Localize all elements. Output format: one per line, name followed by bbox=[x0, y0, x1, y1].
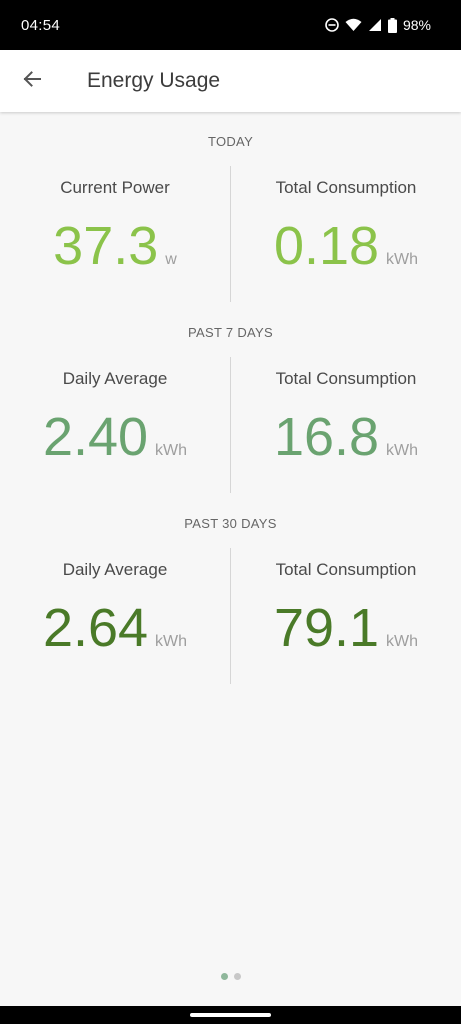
stat-value: 37.3 bbox=[53, 216, 159, 276]
stats-row-today: Current Power 37.3 w Total Consumption 0… bbox=[0, 166, 461, 302]
stat-title: Total Consumption bbox=[275, 369, 417, 388]
app-bar: Energy Usage bbox=[0, 50, 461, 112]
stat-value: 0.18 bbox=[273, 216, 380, 276]
arrow-back-icon bbox=[22, 69, 42, 94]
stat-unit: kWh bbox=[386, 633, 419, 650]
page-dot[interactable] bbox=[220, 973, 228, 980]
page-indicator[interactable] bbox=[0, 973, 461, 980]
dnd-icon bbox=[325, 18, 339, 32]
stat-unit: kWh bbox=[386, 442, 419, 459]
stat-unit: kWh bbox=[386, 251, 419, 268]
stat-unit: kWh bbox=[155, 442, 188, 459]
battery-icon bbox=[387, 17, 397, 33]
wifi-icon bbox=[345, 18, 362, 32]
stat-title: Daily Average bbox=[62, 369, 168, 388]
stat-value: 16.8 bbox=[273, 407, 380, 467]
stat-total-consumption-7: Total Consumption 16.8 kWh bbox=[231, 357, 461, 493]
stat-title: Current Power bbox=[60, 178, 170, 197]
section-label-today: TODAY bbox=[207, 134, 254, 149]
stat-total-consumption-30: Total Consumption 79.1 kWh bbox=[231, 548, 461, 684]
stat-unit: kWh bbox=[155, 633, 188, 650]
signal-icon bbox=[368, 18, 382, 32]
home-handle[interactable] bbox=[190, 1013, 271, 1017]
status-icons: 98% bbox=[325, 17, 431, 33]
stat-value: 79.1 bbox=[273, 598, 380, 658]
back-button[interactable] bbox=[0, 50, 64, 112]
stat-title: Total Consumption bbox=[275, 560, 417, 579]
navigation-bar bbox=[0, 1006, 461, 1024]
status-time: 04:54 bbox=[21, 16, 61, 34]
stat-unit: w bbox=[165, 251, 177, 268]
stat-title: Daily Average bbox=[62, 560, 168, 579]
stat-title: Total Consumption bbox=[275, 178, 417, 197]
section-label-past-7-days: PAST 7 DAYS bbox=[188, 325, 273, 340]
stat-daily-average-7: Daily Average 2.40 kWh bbox=[0, 357, 230, 493]
stat-value: 2.40 bbox=[42, 407, 149, 467]
page-dot[interactable] bbox=[233, 973, 241, 980]
battery-percent: 98% bbox=[402, 17, 431, 33]
stats-row-past-7-days: Daily Average 2.40 kWh Total Consumption… bbox=[0, 357, 461, 493]
stat-total-consumption-today: Total Consumption 0.18 kWh bbox=[231, 166, 461, 302]
stat-daily-average-30: Daily Average 2.64 kWh bbox=[0, 548, 230, 684]
section-label-past-30-days: PAST 30 DAYS bbox=[184, 516, 277, 531]
status-bar: 04:54 98% bbox=[0, 0, 461, 50]
page-title: Energy Usage bbox=[87, 69, 221, 92]
stat-value: 2.64 bbox=[42, 598, 149, 658]
stat-current-power: Current Power 37.3 w bbox=[0, 166, 230, 302]
stats-row-past-30-days: Daily Average 2.64 kWh Total Consumption… bbox=[0, 548, 461, 684]
